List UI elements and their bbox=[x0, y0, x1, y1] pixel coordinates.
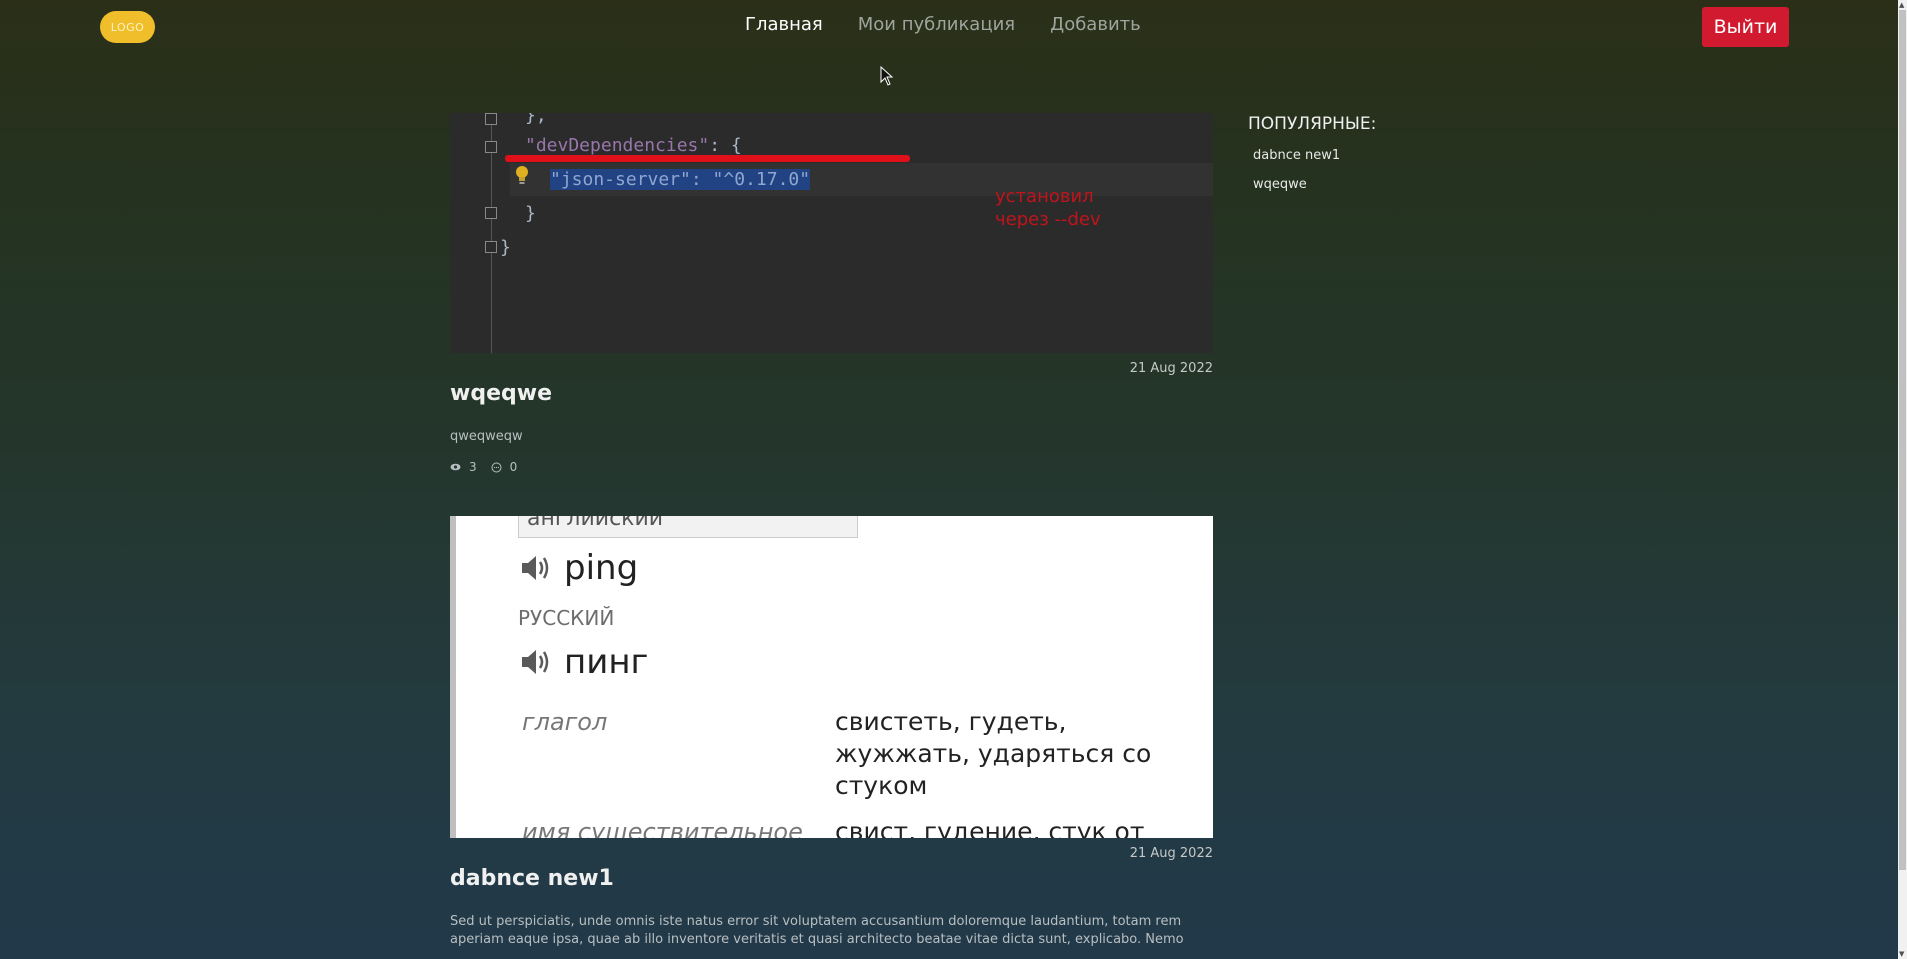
annotation-text: установил через --dev bbox=[995, 185, 1101, 231]
scroll-down-arrow-icon[interactable]: ▼ bbox=[1899, 950, 1904, 958]
fold-marker-icon bbox=[485, 113, 497, 125]
posts-list: }, "devDependencies": { "json-server": "… bbox=[450, 113, 1213, 949]
translation: свист, гудение, стук от bbox=[835, 817, 1145, 838]
page-scrollbar[interactable]: ▲ ▼ bbox=[1898, 0, 1907, 959]
code-key: "devDependencies" bbox=[525, 135, 710, 156]
post-body: Sed ut perspiciatis, unde omnis iste nat… bbox=[450, 914, 1184, 947]
scrollbar-thumb[interactable] bbox=[1899, 10, 1906, 870]
post-date: 21 Aug 2022 bbox=[1129, 361, 1213, 376]
nav-link-home[interactable]: Главная bbox=[745, 14, 823, 35]
selected-code: "json-server": "^0.17.0" bbox=[550, 169, 811, 190]
top-navbar: LOGO Главная Мои публикация Добавить Вый… bbox=[0, 0, 1898, 55]
language-label: РУССКИЙ bbox=[518, 606, 615, 630]
logout-button[interactable]: Выйти bbox=[1702, 7, 1789, 47]
code-line: } bbox=[525, 203, 536, 224]
eye-icon bbox=[450, 463, 461, 471]
popular-item[interactable]: dabnce new1 bbox=[1253, 148, 1498, 163]
word-text: ping bbox=[564, 548, 639, 588]
main-nav: Главная Мои публикация Добавить bbox=[745, 14, 1141, 35]
speaker-icon bbox=[522, 556, 549, 580]
post-card[interactable]: }, "devDependencies": { "json-server": "… bbox=[450, 113, 1213, 474]
post-title[interactable]: wqeqwe bbox=[450, 381, 1213, 406]
popular-item[interactable]: wqeqwe bbox=[1253, 177, 1498, 192]
part-of-speech: глагол bbox=[522, 708, 608, 736]
post-title[interactable]: dabnce new1 bbox=[450, 866, 1213, 891]
post-body: qweqweqw bbox=[450, 429, 523, 444]
post-image[interactable]: }, "devDependencies": { "json-server": "… bbox=[450, 113, 1213, 353]
speaker-icon bbox=[522, 650, 549, 674]
image-border bbox=[450, 516, 456, 838]
code-line-selected: "json-server": "^0.17.0" bbox=[550, 169, 811, 190]
comments-stat: 0 bbox=[491, 460, 518, 474]
comments-count: 0 bbox=[509, 460, 518, 474]
popular-sidebar: ПОПУЛЯРНЫЕ: dabnce new1 wqeqwe bbox=[1248, 114, 1498, 192]
translation: свистеть, гудеть, жужжать, ударяться со … bbox=[835, 707, 1152, 800]
lightbulb-icon bbox=[516, 166, 528, 184]
fold-marker-icon bbox=[485, 207, 497, 219]
part-of-speech: имя существительное bbox=[522, 818, 803, 838]
views-count: 3 bbox=[469, 460, 477, 474]
post-stats: 3 0 bbox=[450, 460, 1213, 474]
scroll-up-arrow-icon[interactable]: ▲ bbox=[1899, 1, 1904, 9]
fold-marker-icon bbox=[485, 141, 497, 153]
red-underline-annotation bbox=[505, 155, 910, 162]
code-brace: { bbox=[730, 135, 742, 156]
nav-link-add[interactable]: Добавить bbox=[1050, 14, 1141, 35]
language-select: английский bbox=[518, 516, 858, 538]
code-line: }, bbox=[525, 113, 547, 126]
post-card[interactable]: английский ping РУССКИЙ пинг глагол свис… bbox=[450, 516, 1213, 949]
annotation-line: установил bbox=[995, 186, 1094, 207]
post-image[interactable]: английский ping РУССКИЙ пинг глагол свис… bbox=[450, 516, 1213, 838]
mouse-cursor-icon bbox=[880, 66, 894, 86]
code-line: "devDependencies": { bbox=[525, 135, 742, 156]
logo[interactable]: LOGO bbox=[100, 11, 155, 43]
word-text: пинг bbox=[564, 642, 649, 682]
dictionary-word: пинг bbox=[520, 642, 648, 682]
annotation-line: через --dev bbox=[995, 209, 1101, 230]
views-stat: 3 bbox=[450, 460, 477, 474]
comment-icon bbox=[491, 462, 502, 472]
sidebar-title: ПОПУЛЯРНЫЕ: bbox=[1248, 114, 1377, 134]
code-line: } bbox=[500, 237, 511, 258]
fold-marker-icon bbox=[485, 241, 497, 253]
nav-link-my-publications[interactable]: Мои публикация bbox=[858, 14, 1015, 35]
dictionary-word: ping bbox=[520, 548, 638, 588]
post-date: 21 Aug 2022 bbox=[1129, 846, 1213, 861]
